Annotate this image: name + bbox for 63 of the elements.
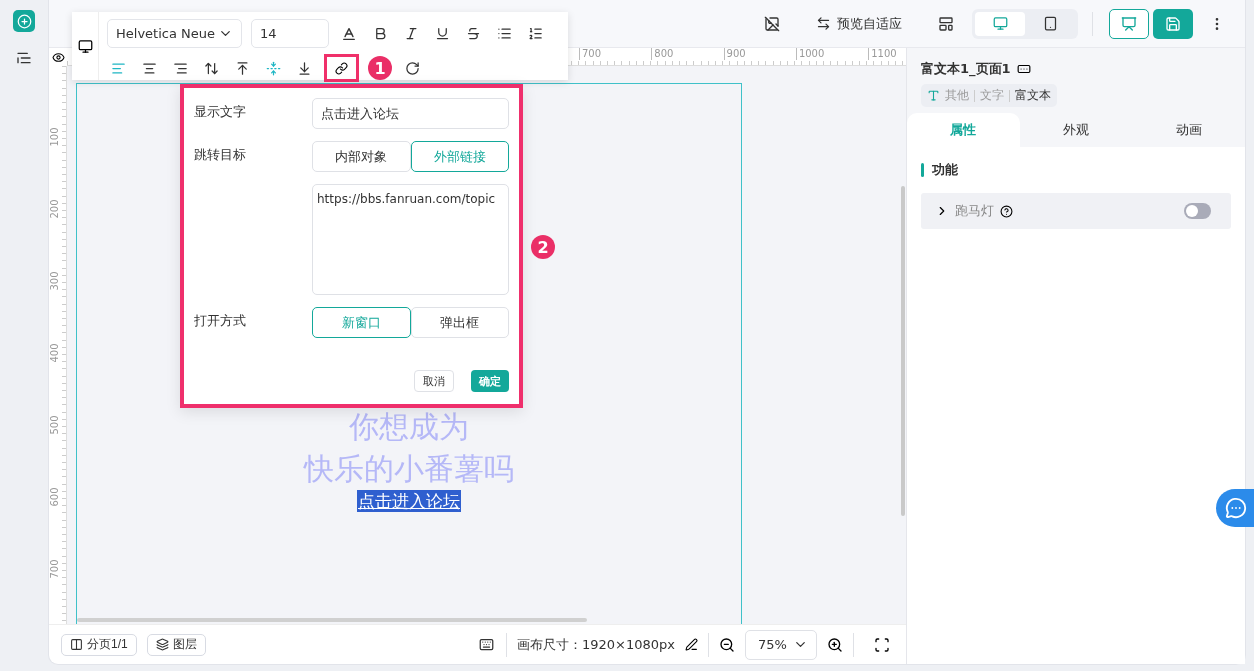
ruler-label: 300	[48, 271, 61, 291]
field-label: 跳转目标	[194, 146, 247, 164]
ruler-label: 1000	[795, 48, 825, 60]
ruler-label: 200	[48, 199, 61, 219]
section-title: 功能	[932, 161, 958, 179]
callout-number: 1	[368, 56, 392, 80]
ruler-label: 600	[48, 487, 61, 507]
fit-screen-icon[interactable]	[874, 636, 890, 653]
zoom-in-icon[interactable]	[827, 636, 843, 653]
breadcrumb-item: 富文本	[1015, 87, 1051, 104]
link-icon[interactable]	[335, 61, 348, 75]
save-button[interactable]	[1153, 8, 1193, 39]
ruler-label: 1100	[868, 48, 897, 60]
chat-button[interactable]	[1216, 489, 1254, 527]
scrollbar[interactable]	[901, 186, 905, 516]
target-option[interactable]: 内部对象	[312, 141, 411, 172]
rich-text-icon	[927, 89, 940, 102]
ruler-label: 400	[48, 343, 61, 363]
presentation-button[interactable]	[1109, 8, 1149, 39]
monitor-icon	[992, 16, 1008, 31]
monitor-icon[interactable]	[77, 38, 93, 54]
zoom-out-icon[interactable]	[719, 636, 735, 653]
breadcrumb-item: 其他	[945, 87, 969, 104]
pages-button[interactable]: 分页1/1	[61, 633, 137, 656]
canvas-size-text: 画布尺寸：1920×1080px	[517, 635, 675, 654]
marquee-toggle[interactable]	[1184, 203, 1211, 219]
ruler-label: 800	[651, 48, 674, 60]
component-title: 富文本1_页面1	[921, 60, 1011, 78]
open-mode-option[interactable]: 弹出框	[410, 307, 509, 338]
marquee-label: 跑马灯	[955, 202, 994, 220]
cancel-button[interactable]: 取消	[414, 370, 454, 392]
breadcrumb-item: 文字	[980, 87, 1004, 104]
fit-width-icon	[816, 16, 831, 31]
save-icon	[1165, 15, 1181, 32]
add-button[interactable]	[13, 10, 35, 32]
layers-icon	[155, 638, 169, 651]
ruler-label: 700	[579, 48, 602, 60]
panel-tab[interactable]: 外观	[1019, 113, 1133, 147]
display-text-field[interactable]: 点击进入论坛	[312, 98, 509, 129]
chat-icon	[1225, 497, 1247, 519]
eye-icon[interactable]	[51, 50, 65, 64]
heading-text: 你想成为	[349, 408, 469, 446]
field-label: 显示文字	[194, 103, 247, 121]
font-select[interactable]: Helvetica Neue	[107, 19, 242, 48]
scrollbar[interactable]	[77, 618, 587, 622]
ruler-label: 900	[723, 48, 746, 60]
tablet-icon	[1042, 16, 1058, 31]
preview-fit-button[interactable]: 预览自适应	[810, 13, 908, 34]
presentation-icon	[1121, 15, 1137, 32]
font-size-field[interactable]: 14	[251, 19, 329, 48]
ruler-label: 100	[48, 127, 61, 147]
columns-icon	[70, 638, 83, 651]
zoom-select[interactable]: 75%	[745, 629, 817, 660]
url-field[interactable]: https://bbs.fanruan.com/topic	[312, 184, 509, 295]
ruler-label: 700	[48, 559, 61, 579]
heading-text: 快乐的小番薯吗	[304, 450, 514, 488]
layers-button[interactable]: 图层	[146, 633, 206, 656]
edit-icon[interactable]	[685, 638, 698, 651]
help-icon[interactable]	[1000, 204, 1013, 218]
ruler-label: 500	[48, 415, 61, 435]
selected-link-text[interactable]: 点击进入论坛	[357, 490, 461, 512]
panel-tab[interactable]: 动画	[1132, 113, 1245, 147]
field-label: 打开方式	[194, 312, 247, 330]
